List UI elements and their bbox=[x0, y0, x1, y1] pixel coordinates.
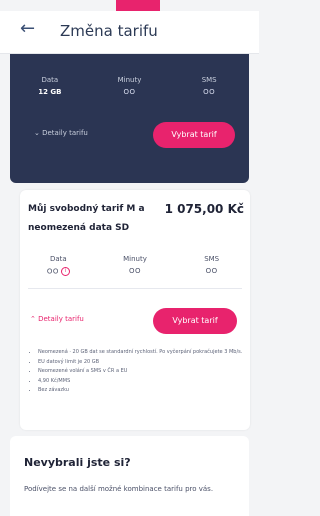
details-label: Detaily tarifu bbox=[38, 315, 84, 323]
plan-card-dark: Data 12 GB Minuty OO SMS OO ⌄ Detaily ta… bbox=[10, 54, 249, 183]
select-plan-button[interactable]: Vybrat tarif bbox=[153, 122, 235, 148]
infinity-icon: OO bbox=[205, 267, 218, 275]
chevron-down-icon: ⌄ bbox=[34, 129, 40, 137]
stat-data: Data 12 GB bbox=[10, 76, 90, 96]
stat-sms: SMS OO bbox=[169, 76, 249, 96]
details-toggle[interactable]: ⌃ Detaily tarifu bbox=[30, 315, 84, 323]
promo-card: Nevybrali jste si? Podívejte se na další… bbox=[10, 436, 249, 516]
plan-card-current: Můj svobodný tarif M a neomezená data SD… bbox=[20, 190, 250, 430]
feature-item: 4,90 Kč/MMS bbox=[38, 377, 253, 387]
status-indicator bbox=[116, 0, 160, 11]
stat-label: Minuty bbox=[123, 255, 147, 263]
stat-label: Data bbox=[49, 255, 67, 263]
stat-minutes: Minuty OO bbox=[97, 255, 174, 276]
stat-value: OO i bbox=[20, 267, 97, 276]
infinity-icon: OO bbox=[123, 88, 136, 96]
stat-label: SMS bbox=[201, 76, 217, 84]
stat-sms: SMS OO bbox=[173, 255, 250, 276]
top-accent-bar bbox=[0, 0, 259, 11]
page-title: Změna tarifu bbox=[60, 22, 158, 40]
chevron-up-icon: ⌃ bbox=[30, 315, 36, 323]
app-header: ← Změna tarifu bbox=[0, 11, 259, 54]
feature-list: Neomezená · 20 GB dat se standardní rych… bbox=[28, 348, 253, 396]
arrow-left-icon[interactable]: ← bbox=[20, 20, 35, 38]
divider bbox=[28, 288, 242, 289]
feature-item: Bez závazku bbox=[38, 386, 253, 396]
feature-item: Neomezená · 20 GB dat se standardní rych… bbox=[38, 348, 253, 358]
infinity-icon: OO bbox=[46, 267, 59, 276]
stat-label: Minuty bbox=[117, 76, 142, 84]
info-circle-icon[interactable]: i bbox=[60, 267, 70, 276]
plan-price: 1 075,00 Kč bbox=[164, 202, 244, 216]
stat-value: 12 GB bbox=[38, 88, 62, 96]
plan-name: Můj svobodný tarif M a neomezená data SD bbox=[28, 204, 145, 233]
infinity-icon: OO bbox=[203, 88, 216, 96]
feature-item: Neomezené volání a SMS v ČR a EU bbox=[38, 367, 253, 377]
stat-minutes: Minuty OO bbox=[90, 76, 170, 96]
plan-stats: Data OO i Minuty OO SMS OO bbox=[20, 255, 250, 276]
details-toggle[interactable]: ⌄ Detaily tarifu bbox=[34, 129, 88, 137]
details-label: Detaily tarifu bbox=[42, 129, 88, 137]
stat-label: Data bbox=[41, 76, 59, 84]
promo-headline: Nevybrali jste si? bbox=[24, 456, 131, 469]
promo-body: Podívejte se na další možné kombinace ta… bbox=[24, 485, 214, 493]
infinity-icon: OO bbox=[128, 267, 142, 275]
plan-stats: Data 12 GB Minuty OO SMS OO bbox=[10, 76, 249, 96]
select-plan-button[interactable]: Vybrat tarif bbox=[153, 308, 237, 334]
stat-data: Data OO i bbox=[20, 255, 97, 276]
feature-item: EU datový limit je 20 GB bbox=[38, 358, 253, 368]
stat-label: SMS bbox=[204, 255, 220, 263]
